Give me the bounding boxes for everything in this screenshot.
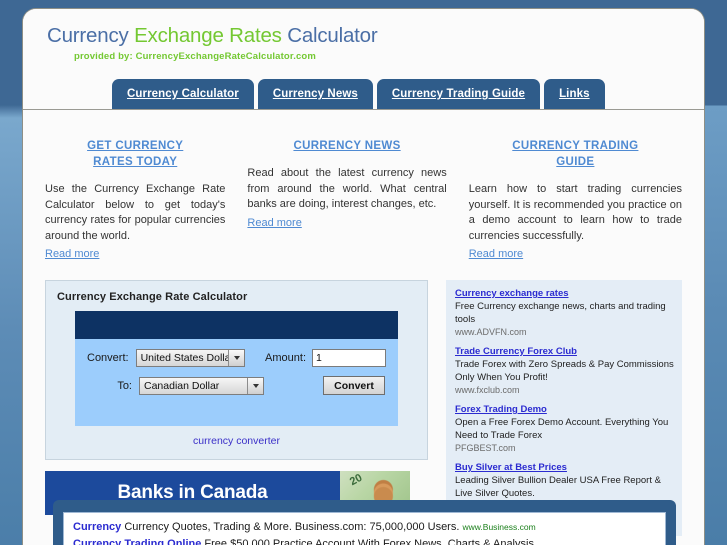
ad-description: Trade Forex with Zero Spreads & Pay Comm… bbox=[455, 359, 674, 383]
logo-tagline: provided by: CurrencyExchangeRateCalcula… bbox=[74, 51, 316, 62]
from-currency-select[interactable]: United States Dollar bbox=[135, 349, 246, 367]
intro-column-currency-trading-guide: CURRENCY TRADING GUIDE Learn how to star… bbox=[469, 138, 682, 262]
read-more-link[interactable]: Read more bbox=[247, 217, 301, 229]
column-heading-line2: RATES TODAY bbox=[93, 156, 178, 168]
to-currency-select[interactable]: Canadian Dollar bbox=[139, 376, 264, 395]
bottom-ad-title: Currency bbox=[73, 521, 122, 533]
ad-item: Trade Currency Forex Club Trade Forex wi… bbox=[455, 345, 674, 396]
page-body: GET CURRENCY RATES TODAY Use the Currenc… bbox=[23, 110, 704, 545]
ad-url: www.ADVFN.com bbox=[455, 327, 527, 337]
intro-column-get-currency-rates: GET CURRENCY RATES TODAY Use the Currenc… bbox=[45, 138, 247, 262]
ad-item: Forex Trading Demo Open a Free Forex Dem… bbox=[455, 403, 674, 454]
logo-word-calculator: Calculator bbox=[287, 24, 378, 47]
ad-title[interactable]: Forex Trading Demo bbox=[455, 403, 674, 416]
chevron-down-icon bbox=[228, 350, 245, 366]
convert-button[interactable]: Convert bbox=[323, 376, 385, 395]
amount-input[interactable] bbox=[312, 349, 386, 367]
bottom-ad-strip: Currency Currency Quotes, Trading & More… bbox=[63, 512, 666, 545]
logo-title: Currency Exchange Rates Calculator bbox=[47, 24, 378, 48]
read-more-link[interactable]: Read more bbox=[45, 248, 99, 260]
convert-label: Convert: bbox=[87, 352, 129, 364]
ad-url: www.fxclub.com bbox=[455, 385, 520, 395]
currency-converter-link[interactable]: currency converter bbox=[193, 435, 280, 447]
bottom-ad-description: Currency Quotes, Trading & More. Busines… bbox=[124, 521, 460, 533]
to-row: To: Canadian Dollar Convert bbox=[87, 376, 386, 395]
tab-links[interactable]: Links bbox=[544, 79, 605, 109]
read-more-link[interactable]: Read more bbox=[469, 248, 523, 260]
column-heading[interactable]: CURRENCY NEWS bbox=[247, 138, 446, 154]
intro-column-currency-news: CURRENCY NEWS Read about the latest curr… bbox=[247, 138, 468, 262]
intro-columns: GET CURRENCY RATES TODAY Use the Currenc… bbox=[23, 110, 704, 262]
calculator-title: Currency Exchange Rate Calculator bbox=[57, 291, 248, 303]
calculator-inner: Convert: United States Dollar Amount: To… bbox=[75, 311, 398, 426]
column-heading[interactable]: GET CURRENCY RATES TODAY bbox=[45, 138, 225, 170]
column-heading-line1: GET CURRENCY bbox=[87, 140, 184, 152]
bottom-ad-line[interactable]: Currency Currency Quotes, Trading & More… bbox=[73, 519, 656, 536]
tab-label: Currency Trading Guide bbox=[391, 88, 526, 100]
ad-description: Open a Free Forex Demo Account. Everythi… bbox=[455, 417, 669, 441]
main-navigation: Currency Calculator Currency News Curren… bbox=[112, 79, 605, 109]
from-currency-value: United States Dollar bbox=[140, 352, 234, 364]
logo-word-rates: Rates bbox=[229, 24, 282, 47]
column-heading[interactable]: CURRENCY TRADING GUIDE bbox=[469, 138, 682, 170]
column-body: Read about the latest currency news from… bbox=[247, 167, 447, 210]
column-body: Use the Currency Exchange Rate Calculato… bbox=[45, 183, 226, 242]
lower-region: Currency Exchange Rate Calculator Conver… bbox=[23, 262, 704, 536]
bottom-ad-url: www.Business.com bbox=[462, 522, 536, 532]
tab-currency-trading-guide[interactable]: Currency Trading Guide bbox=[376, 79, 541, 109]
ads-sidebar: Currency exchange rates Free Currency ex… bbox=[446, 280, 682, 536]
calculator-header-bar bbox=[75, 311, 398, 339]
chevron-down-icon bbox=[247, 377, 263, 394]
column-body: Learn how to start trading currencies yo… bbox=[468, 183, 682, 242]
calculator-footer: currency converter bbox=[57, 426, 416, 451]
ad-title[interactable]: Currency exchange rates bbox=[455, 287, 674, 300]
ad-title[interactable]: Buy Silver at Best Prices bbox=[455, 461, 674, 474]
ad-item: Currency exchange rates Free Currency ex… bbox=[455, 287, 674, 338]
logo-word-exchange: Exchange bbox=[134, 24, 224, 47]
bottom-ad-description: Free $50,000 Practice Account With Forex… bbox=[204, 538, 534, 545]
logo-word-currency: Currency bbox=[47, 24, 129, 47]
calculator-and-banner: Currency Exchange Rate Calculator Conver… bbox=[45, 280, 428, 536]
amount-label: Amount: bbox=[265, 352, 306, 364]
ad-title[interactable]: Trade Currency Forex Club bbox=[455, 345, 674, 358]
to-label: To: bbox=[117, 379, 132, 392]
site-header: Currency Exchange Rates Calculator provi… bbox=[23, 9, 704, 110]
ad-url: PFGBEST.com bbox=[455, 443, 516, 453]
bottom-ad-line[interactable]: Currency Trading Online Free $50,000 Pra… bbox=[73, 536, 656, 545]
site-logo[interactable]: Currency Exchange Rates Calculator provi… bbox=[47, 24, 378, 62]
currency-calculator-widget: Currency Exchange Rate Calculator Conver… bbox=[45, 280, 428, 460]
ad-description: Leading Silver Bullion Dealer USA Free R… bbox=[455, 475, 661, 499]
content-sheet: Currency Exchange Rates Calculator provi… bbox=[22, 8, 705, 545]
column-heading-line1: CURRENCY TRADING bbox=[512, 140, 639, 152]
to-currency-value: Canadian Dollar bbox=[144, 379, 220, 392]
column-heading-line2: GUIDE bbox=[556, 156, 595, 168]
calculator-fields: Convert: United States Dollar Amount: To… bbox=[75, 339, 398, 426]
tab-label: Currency News bbox=[272, 88, 358, 100]
bottom-ad-title: Currency Trading Online bbox=[73, 538, 202, 545]
convert-row: Convert: United States Dollar Amount: bbox=[87, 349, 386, 367]
tab-label: Currency Calculator bbox=[127, 88, 239, 100]
tab-currency-calculator[interactable]: Currency Calculator bbox=[112, 79, 254, 109]
tab-label: Links bbox=[559, 88, 590, 100]
ad-description: Free Currency exchange news, charts and … bbox=[455, 301, 666, 325]
column-heading-line1: CURRENCY NEWS bbox=[293, 140, 401, 152]
tab-currency-news[interactable]: Currency News bbox=[257, 79, 373, 109]
